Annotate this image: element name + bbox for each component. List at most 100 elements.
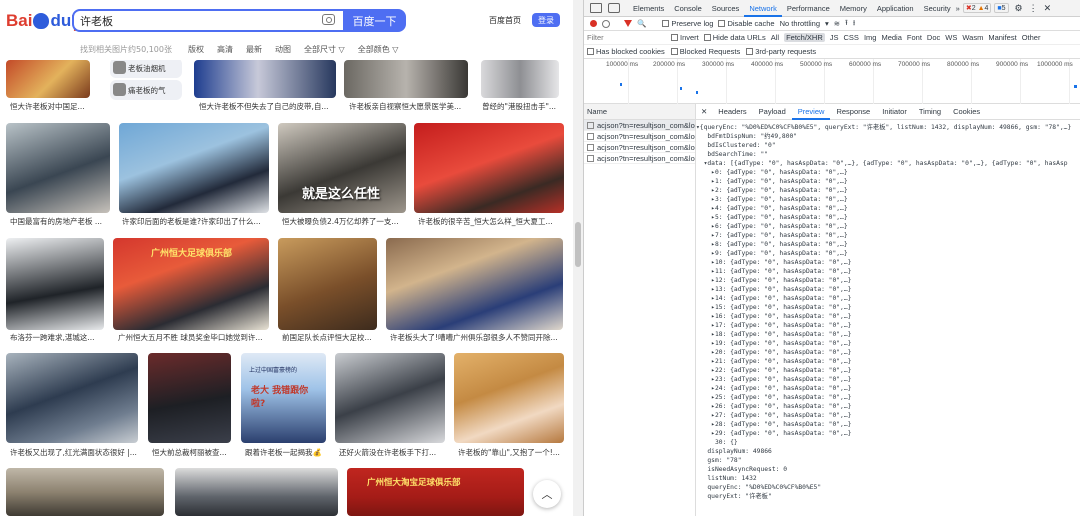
result-image[interactable]: 广州恒大淘宝足球俱乐部 <box>347 468 524 516</box>
filter-color[interactable]: 全部颜色 ▽ <box>358 44 399 55</box>
image-caption[interactable]: 布洛芬一跨难求,湛城这... <box>10 332 104 343</box>
filter-copyright[interactable]: 版权 <box>188 44 204 55</box>
filter-type-wasm[interactable]: Wasm <box>962 33 983 42</box>
back-to-top-button[interactable]: ︿ <box>533 480 561 508</box>
network-timeline[interactable]: 100000 ms 200000 ms 300000 ms 400000 ms … <box>584 59 1080 104</box>
json-tree-line[interactable]: ▸3: {adType: "0", hasAspData: "0",…} <box>696 195 1080 204</box>
json-tree-line[interactable]: ▸23: {adType: "0", hasAspData: "0",…} <box>696 375 1080 384</box>
filter-icon[interactable] <box>624 20 632 27</box>
filter-type-all[interactable]: All <box>771 33 779 42</box>
tab-timing[interactable]: Timing <box>913 104 947 120</box>
tab-headers[interactable]: Headers <box>712 104 752 120</box>
result-image[interactable]: 就是这么任性 <box>278 123 406 213</box>
gear-icon[interactable]: ⚙ <box>1015 3 1023 14</box>
result-image[interactable] <box>6 238 104 330</box>
tab-elements[interactable]: Elements <box>628 0 669 17</box>
invert-checkbox[interactable]: Invert <box>671 33 699 42</box>
filter-type-font[interactable]: Font <box>907 33 922 42</box>
tab-network[interactable]: Network <box>744 0 782 17</box>
json-tree-line[interactable]: ▸0: {adType: "0", hasAspData: "0",…} <box>696 168 1080 177</box>
blocked-requests-checkbox[interactable]: Blocked Requests <box>670 47 740 56</box>
name-column-header[interactable]: Name <box>584 104 695 120</box>
image-caption[interactable]: 许家印后面的老板是谁?许家印出了什么... <box>122 216 267 227</box>
tab-application[interactable]: Application <box>872 0 919 17</box>
throttling-select[interactable]: No throttling <box>780 19 820 28</box>
result-image[interactable] <box>6 468 164 516</box>
hide-data-urls-checkbox[interactable]: Hide data URLs <box>703 33 766 42</box>
image-caption[interactable]: 前国足队长点评恒大足校... <box>282 332 377 343</box>
json-tree-line[interactable]: isNeedAsyncRequest: 0 <box>696 465 1080 474</box>
json-tree-line[interactable]: ▸20: {adType: "0", hasAspData: "0",…} <box>696 348 1080 357</box>
download-icon[interactable]: ⭳ <box>853 17 856 30</box>
json-tree-line[interactable]: ▸29: {adType: "0", hasAspData: "0",…} <box>696 429 1080 438</box>
filter-input[interactable]: Filter <box>587 33 647 42</box>
messages-badge[interactable]: ■5 <box>994 3 1009 13</box>
filter-type-ws[interactable]: WS <box>945 33 957 42</box>
result-image[interactable] <box>454 353 564 443</box>
filter-type-manifest[interactable]: Manifest <box>988 33 1016 42</box>
json-tree-line[interactable]: ▸19: {adType: "0", hasAspData: "0",…} <box>696 339 1080 348</box>
result-image[interactable] <box>194 60 336 98</box>
json-tree-line[interactable]: ▸11: {adType: "0", hasAspData: "0",…} <box>696 267 1080 276</box>
json-tree-line[interactable]: ▸10: {adType: "0", hasAspData: "0",…} <box>696 258 1080 267</box>
json-tree-line[interactable]: ▸24: {adType: "0", hasAspData: "0",…} <box>696 384 1080 393</box>
result-image[interactable] <box>6 123 110 213</box>
issues-badge[interactable]: ✖2 ▲4 <box>962 3 992 13</box>
tab-security[interactable]: Security <box>919 0 956 17</box>
result-image[interactable] <box>386 238 563 330</box>
json-tree-line[interactable]: ▸1: {adType: "0", hasAspData: "0",…} <box>696 177 1080 186</box>
upload-icon[interactable]: ⭱ <box>845 17 848 30</box>
json-tree-line[interactable]: ▸15: {adType: "0", hasAspData: "0",…} <box>696 303 1080 312</box>
tab-payload[interactable]: Payload <box>753 104 792 120</box>
image-caption[interactable]: 恒大前总裁柯丽被查... <box>152 447 232 458</box>
camera-icon[interactable] <box>322 14 335 25</box>
json-tree-line[interactable]: ▸22: {adType: "0", hasAspData: "0",…} <box>696 366 1080 375</box>
json-tree-line[interactable]: bdIsClustered: "0" <box>696 141 1080 150</box>
request-row[interactable]: acjson?tn=resultjson_com&lo... <box>584 120 695 131</box>
json-tree-line[interactable]: ▸18: {adType: "0", hasAspData: "0",…} <box>696 330 1080 339</box>
json-tree-line[interactable]: ▸21: {adType: "0", hasAspData: "0",…} <box>696 357 1080 366</box>
tab-response[interactable]: Response <box>830 104 876 120</box>
json-tree-line[interactable]: ▸13: {adType: "0", hasAspData: "0",…} <box>696 285 1080 294</box>
tab-preview[interactable]: Preview <box>791 104 831 120</box>
related-search-chip[interactable]: 痛老板的气 <box>110 80 182 100</box>
result-image[interactable] <box>414 123 564 213</box>
home-link[interactable]: 百度首页 <box>489 15 521 26</box>
json-tree-line[interactable]: ▸28: {adType: "0", hasAspData: "0",…} <box>696 420 1080 429</box>
json-tree-line[interactable]: queryExt: "许老板" <box>696 492 1080 501</box>
login-button[interactable]: 登录 <box>532 13 560 27</box>
search-input[interactable] <box>80 13 310 29</box>
json-tree-line[interactable]: ▸14: {adType: "0", hasAspData: "0",…} <box>696 294 1080 303</box>
tab-sources[interactable]: Sources <box>707 0 745 17</box>
scrollbar-thumb[interactable] <box>575 222 581 267</box>
json-tree-line[interactable]: ▾data: [{adType: "0", hasAspData: "0",…}… <box>696 159 1080 168</box>
tab-performance[interactable]: Performance <box>782 0 835 17</box>
disable-cache-checkbox[interactable]: Disable cache <box>718 19 775 28</box>
filter-latest[interactable]: 最新 <box>246 44 262 55</box>
tab-memory[interactable]: Memory <box>835 0 872 17</box>
json-tree-line[interactable]: ▸2: {adType: "0", hasAspData: "0",…} <box>696 186 1080 195</box>
json-tree-line[interactable]: ▸26: {adType: "0", hasAspData: "0",…} <box>696 402 1080 411</box>
json-preview[interactable]: ▾{queryEnc: "%D0%ED%C0%CF%B0%E5", queryE… <box>696 123 1080 501</box>
request-row[interactable]: acjson?tn=resultjson_com&lo... <box>584 142 695 153</box>
filter-type-fetch-xhr[interactable]: Fetch/XHR <box>784 33 825 42</box>
json-tree-line[interactable]: displayNum: 49866 <box>696 447 1080 456</box>
page-scrollbar[interactable] <box>573 0 583 516</box>
search-icon[interactable]: 🔍 <box>637 19 646 28</box>
image-caption[interactable]: 跟着许老板一起揭我💰 <box>245 447 327 458</box>
result-image[interactable] <box>6 353 138 443</box>
third-party-checkbox[interactable]: 3rd-party requests <box>746 47 816 56</box>
image-caption[interactable]: 许老板头大了!嘈嘈广州俱乐部很多人不赞同开除... <box>390 332 562 343</box>
image-caption[interactable]: 许老板亲自视察恒大愿景医学美... <box>349 101 467 112</box>
filter-size[interactable]: 全部尺寸 ▽ <box>304 44 345 55</box>
more-options-icon[interactable]: ⋮ <box>1029 3 1038 14</box>
result-image[interactable] <box>481 60 559 98</box>
json-tree-line[interactable]: ▸8: {adType: "0", hasAspData: "0",…} <box>696 240 1080 249</box>
more-tabs-icon[interactable]: » <box>956 4 960 13</box>
json-tree-line[interactable]: ▸12: {adType: "0", hasAspData: "0",…} <box>696 276 1080 285</box>
image-caption[interactable]: 许老板的很辛苦_恒大怎么样_恒大夏工... <box>418 216 564 227</box>
has-blocked-cookies-checkbox[interactable]: Has blocked cookies <box>587 47 665 56</box>
inspect-icon[interactable] <box>590 3 602 13</box>
json-tree-line[interactable]: gsm: "78" <box>696 456 1080 465</box>
json-tree-line[interactable]: ▸7: {adType: "0", hasAspData: "0",…} <box>696 231 1080 240</box>
